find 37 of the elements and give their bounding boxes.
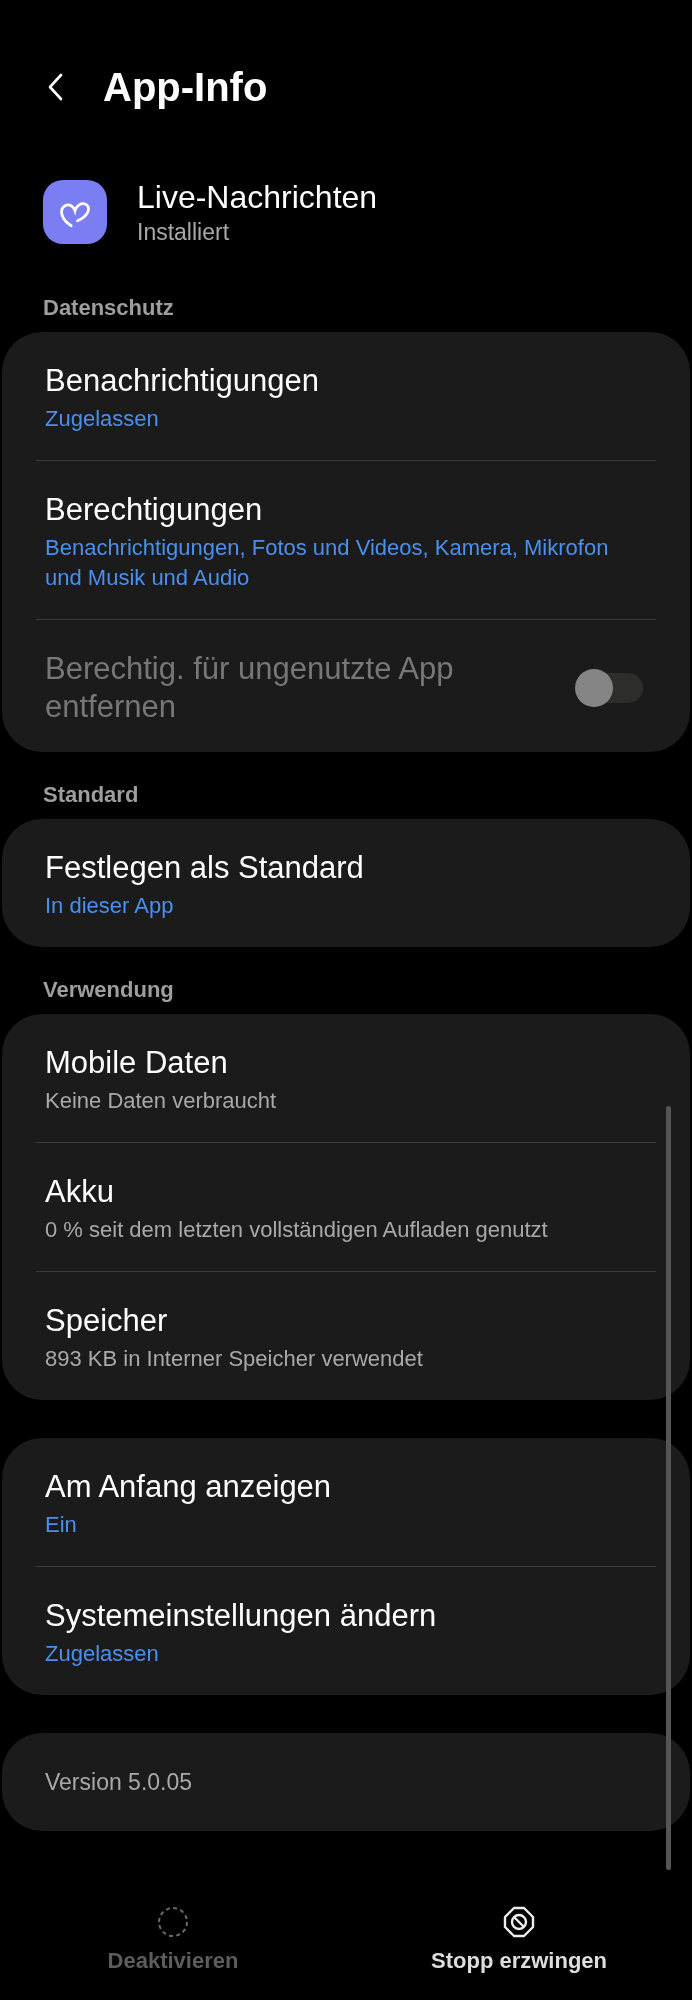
item-subtitle: Zugelassen [45,1640,160,1668]
item-title: Benachrichtigungen [45,362,321,400]
settings-item[interactable]: Mobile Daten Keine Daten verbraucht [2,1014,690,1142]
item-title: Speicher [45,1302,169,1340]
item-title: Festlegen als Standard [45,849,365,887]
page-title: App-Info [103,64,268,110]
section-label: Verwendung [42,976,175,1004]
settings-item[interactable]: Akku 0 % seit dem letzten vollständigen Aufladen genutzt [2,1143,690,1271]
item-title: Mobile Daten [45,1044,229,1082]
section-label: Standard [42,781,140,809]
settings-item[interactable]: Benachrichtigungen Zugelassen [2,332,690,460]
item-subtitle: Ein [45,1511,78,1539]
settings-item[interactable]: Systemeinstellungen ändern Zugelassen [2,1567,690,1695]
item-title: Berechtigungen [45,491,264,529]
app-status: Installiert [137,218,231,247]
item-subtitle: Zugelassen [45,405,160,433]
item-title: Systemeinstellungen ändern [45,1597,438,1635]
stop-icon [503,1906,535,1938]
action-button[interactable]: Stopp erzwingen [346,1898,692,1982]
item-subtitle: Keine Daten verbraucht [45,1087,278,1115]
scrollbar[interactable] [666,1106,671,1870]
back-icon [47,73,64,101]
dashed-circle-icon [157,1906,189,1938]
item-subtitle: In dieser App [45,892,175,920]
version-text: Version 5.0.05 [45,1768,194,1797]
settings-item[interactable]: Speicher 893 KB in Interner Speicher verwendet [2,1272,690,1400]
settings-item[interactable]: Am Anfang anzeigen Ein [2,1438,690,1566]
item-subtitle: 893 KB in Interner Speicher verwendet [45,1345,424,1373]
settings-item[interactable]: Berechtigungen Benachrichtigungen, Fotos und Videos, Kamera, Mikrofon und Musik und Audio [2,461,690,619]
item-title: Berechtig. für ungenutzte App entfernen [45,650,455,726]
app-name: Live-Nachrichten [137,178,378,217]
item-title: Am Anfang anzeigen [45,1468,333,1506]
item-subtitle: 0 % seit dem letzten vollständigen Aufladen genutzt [45,1216,549,1244]
section-label: Datenschutz [42,294,175,322]
item-title: Akku [45,1173,115,1211]
settings-item[interactable]: Festlegen als Standard In dieser App [2,819,690,947]
item-subtitle: Benachrichtigungen, Fotos und Videos, Kamera, Mikrofon und Musik und Audio [45,534,610,592]
